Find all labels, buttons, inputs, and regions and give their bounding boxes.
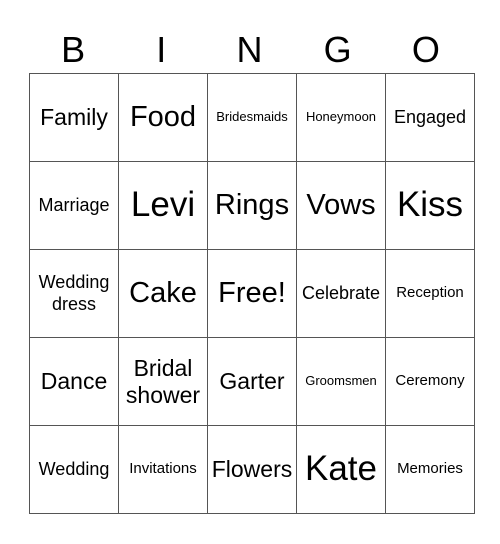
bingo-cell[interactable]: Bridesmaids — [207, 73, 297, 162]
cell-label: Honeymoon — [305, 109, 377, 125]
cell-label: Flowers — [211, 456, 293, 483]
header-letter-g: G — [323, 29, 352, 70]
bingo-cell[interactable]: Honeymoon — [296, 73, 386, 162]
bingo-cell[interactable]: Garter — [207, 337, 297, 426]
bingo-cell[interactable]: Engaged — [385, 73, 475, 162]
bingo-cell[interactable]: Celebrate — [296, 249, 386, 338]
cell-label: Rings — [214, 188, 290, 221]
bingo-cell[interactable]: Flowers — [207, 425, 297, 514]
bingo-cell[interactable]: Wedding dress — [29, 249, 119, 338]
cell-label: Memories — [397, 460, 463, 478]
bingo-cell[interactable]: Bridal shower — [118, 337, 208, 426]
cell-label: Free! — [218, 276, 286, 309]
board-row: Wedding Invitations Flowers Kate Memories — [29, 425, 475, 514]
bingo-cell[interactable]: Food — [118, 73, 208, 162]
cell-label: Wedding — [38, 458, 110, 479]
bingo-cell[interactable]: Memories — [385, 425, 475, 514]
cell-label: Celebrate — [301, 282, 381, 303]
bingo-cell[interactable]: Ceremony — [385, 337, 475, 426]
bingo-cell[interactable]: Rings — [207, 161, 297, 250]
header-letter-b: B — [61, 29, 86, 70]
cell-label: Levi — [130, 185, 196, 225]
cell-label: Ceremony — [395, 372, 465, 390]
bingo-cell[interactable]: Family — [29, 73, 119, 162]
header-letter-n: N — [236, 29, 263, 70]
bingo-board: Family Food Bridesmaids Honeymoon Engaged Mar… — [29, 73, 475, 514]
bingo-cell[interactable]: Wedding — [29, 425, 119, 514]
bingo-cell[interactable]: Invitations — [118, 425, 208, 514]
cell-label: Cake — [129, 276, 197, 309]
cell-label: Groomsmen — [305, 373, 377, 389]
bingo-cell[interactable]: Dance — [29, 337, 119, 426]
bingo-cell[interactable]: Reception — [385, 249, 475, 338]
bingo-cell[interactable]: Cake — [118, 249, 208, 338]
bingo-cell[interactable]: Marriage — [29, 161, 119, 250]
header-letter-o: O — [411, 29, 440, 70]
cell-label: Family — [40, 104, 108, 131]
free-space-cell[interactable]: Free! — [207, 249, 297, 338]
bingo-board-body: Family Food Bridesmaids Honeymoon Engaged Mar… — [29, 73, 475, 514]
cell-label: Wedding dress — [38, 272, 110, 314]
cell-label: Food — [129, 100, 197, 133]
cell-label: Bridesmaids — [216, 109, 288, 125]
board-row: Family Food Bridesmaids Honeymoon Engaged — [29, 73, 475, 162]
cell-label: Invitations — [129, 460, 197, 478]
board-row: Wedding dress Cake Free! Celebrate Reception — [29, 249, 475, 338]
cell-label: Vows — [306, 188, 376, 221]
bingo-cell[interactable]: Vows — [296, 161, 386, 250]
bingo-cell[interactable]: Levi — [118, 161, 208, 250]
cell-label: Bridal shower — [125, 355, 201, 408]
board-row: Marriage Levi Rings Vows Kiss — [29, 161, 475, 250]
cell-label: Kiss — [396, 185, 464, 225]
cell-label: Garter — [219, 368, 285, 395]
header-letter-i: I — [156, 29, 167, 70]
bingo-cell[interactable]: Groomsmen — [296, 337, 386, 426]
cell-label: Reception — [396, 284, 464, 302]
cell-label: Marriage — [38, 194, 110, 215]
bingo-cell[interactable]: Kate — [296, 425, 386, 514]
board-row: Dance Bridal shower Garter Groomsmen Ceremon… — [29, 337, 475, 426]
cell-label: Engaged — [393, 106, 467, 127]
bingo-header: B I N G O — [29, 28, 470, 72]
cell-label: Dance — [40, 368, 108, 395]
cell-label: Kate — [305, 449, 377, 489]
bingo-cell[interactable]: Kiss — [385, 161, 475, 250]
